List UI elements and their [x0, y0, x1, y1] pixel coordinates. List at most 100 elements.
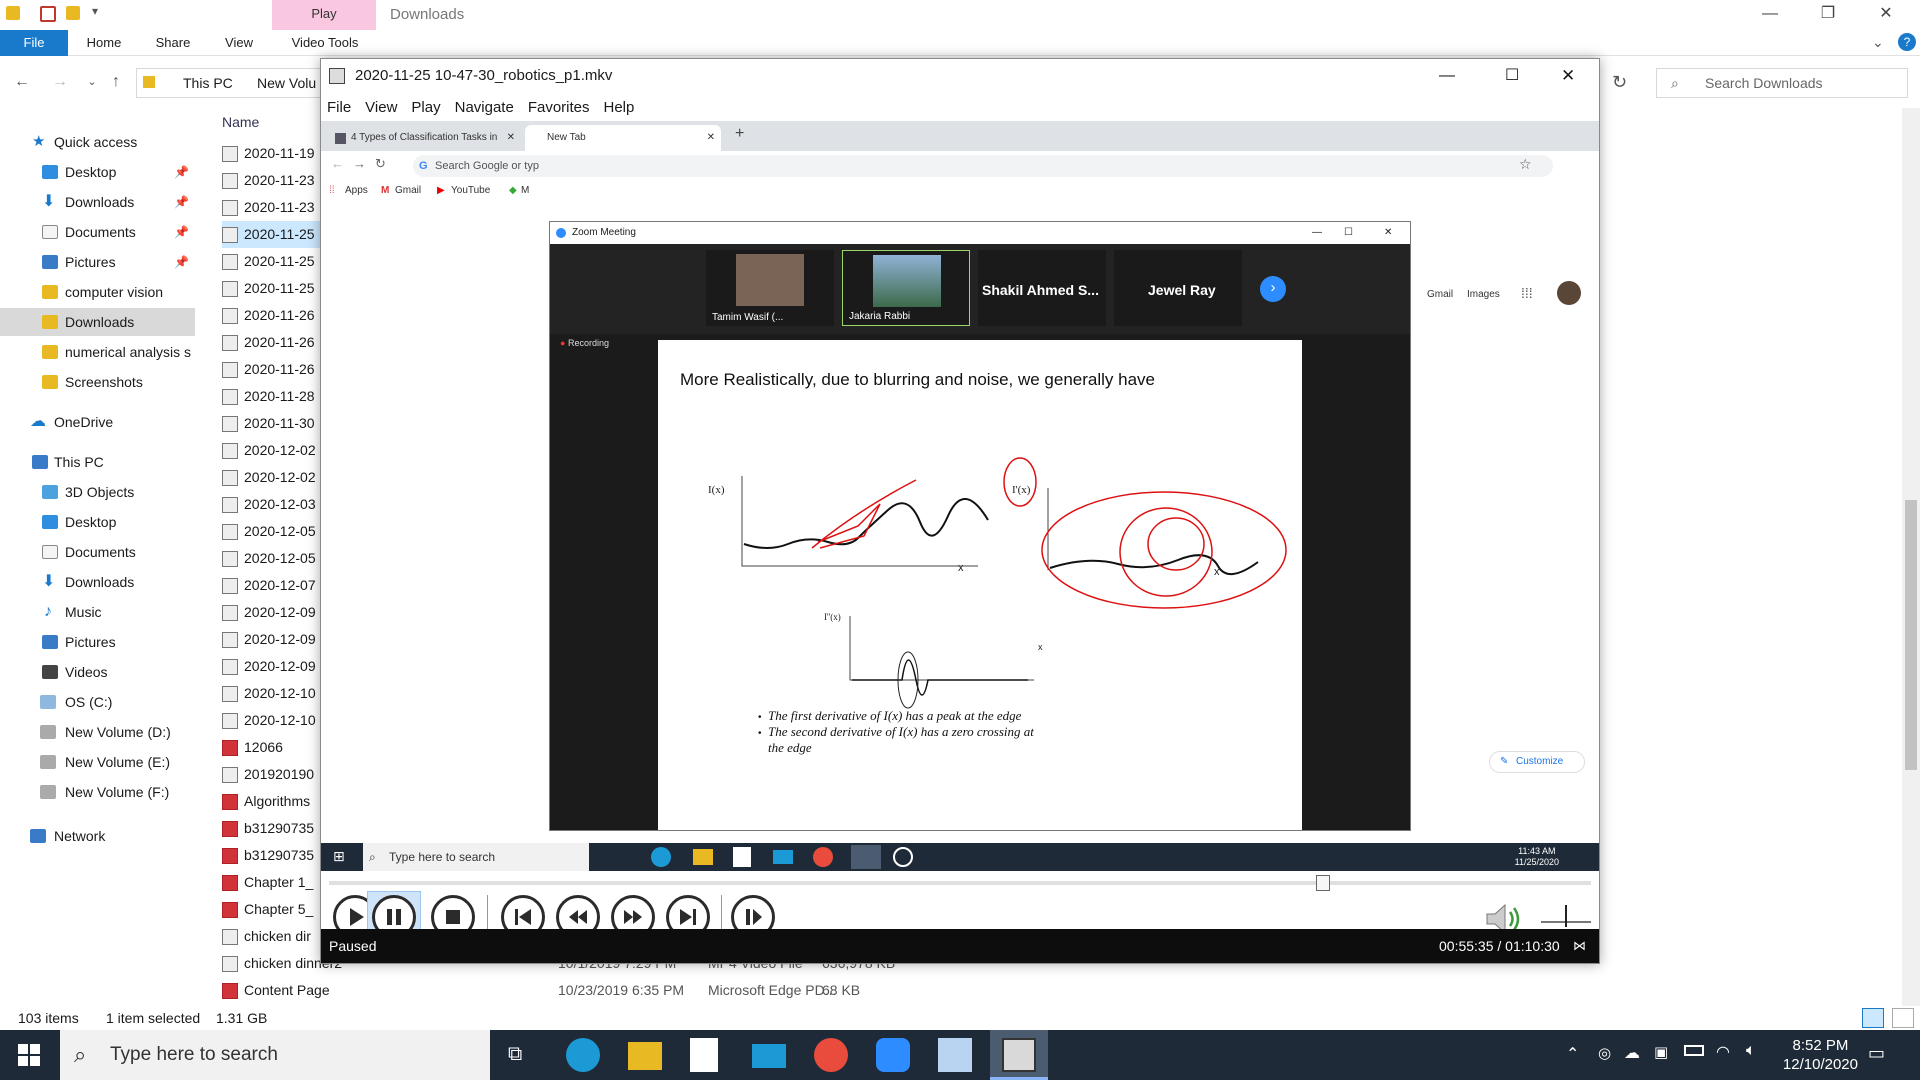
- nav-drive-e[interactable]: New Volume (E:): [0, 748, 195, 776]
- close-icon[interactable]: ✕: [1858, 0, 1914, 30]
- minimize-icon[interactable]: —: [1742, 0, 1798, 30]
- nav-pictures[interactable]: Pictures 📌: [0, 248, 195, 276]
- nav-music[interactable]: ♪ Music: [0, 598, 195, 626]
- tab-file[interactable]: File: [0, 30, 68, 56]
- menu-play[interactable]: Play: [411, 95, 440, 121]
- item-count: 103 items: [18, 1010, 79, 1026]
- maximize-icon[interactable]: ☐: [1505, 59, 1519, 93]
- search-input[interactable]: ⌕ Search Downloads: [1656, 68, 1908, 98]
- 3d-viewer-icon[interactable]: [938, 1038, 972, 1072]
- table-row[interactable]: Content Page 10/23/2019 6:35 PM Microsoft …: [222, 977, 922, 1004]
- menu-file[interactable]: File: [327, 95, 351, 121]
- menu-view[interactable]: View: [365, 95, 397, 121]
- windows-start-button[interactable]: [18, 1044, 40, 1066]
- file-explorer-icon[interactable]: [628, 1042, 662, 1070]
- bookmark-youtube: YouTube: [451, 185, 491, 196]
- column-header-name[interactable]: Name: [222, 114, 259, 130]
- nav-videos[interactable]: Videos: [0, 658, 195, 686]
- tab-view[interactable]: View: [214, 30, 264, 56]
- table-row[interactable]: 2020-11-25: [222, 221, 332, 248]
- video-frame[interactable]: 4 Types of Classification Tasks in ✕ New…: [321, 121, 1599, 871]
- expand-ribbon-icon[interactable]: ⌄: [1872, 34, 1884, 51]
- menu-navigate[interactable]: Navigate: [455, 95, 514, 121]
- nav-pc-desktop[interactable]: Desktop: [0, 508, 195, 536]
- task-view-icon[interactable]: ⧉: [508, 1043, 522, 1066]
- film-icon: [42, 665, 58, 679]
- chrome-icon[interactable]: [814, 1038, 848, 1072]
- pin-icon[interactable]: 📌: [174, 248, 189, 276]
- minimize-icon[interactable]: —: [1439, 59, 1455, 93]
- pin-icon[interactable]: 📌: [174, 188, 189, 216]
- up-icon[interactable]: ↑: [106, 72, 126, 92]
- network-icon: [30, 829, 46, 843]
- nav-drive-d[interactable]: New Volume (D:): [0, 718, 195, 746]
- nav-quick-access[interactable]: ★ Quick access: [0, 128, 195, 156]
- pin-icon[interactable]: 📌: [174, 158, 189, 186]
- meet-now-icon[interactable]: ◎: [1598, 1044, 1611, 1062]
- desktop-icon: [42, 515, 58, 529]
- speaker-icon[interactable]: 🔈︎: [1746, 1042, 1756, 1060]
- tab-share[interactable]: Share: [144, 30, 202, 56]
- nav-numerical-analysis[interactable]: numerical analysis s: [0, 338, 195, 366]
- taskbar-search[interactable]: ⌕ Type here to search: [60, 1030, 490, 1080]
- edge-icon[interactable]: [566, 1038, 600, 1072]
- forward-icon[interactable]: →: [50, 72, 70, 92]
- play-context-tab[interactable]: Play: [272, 0, 376, 30]
- seek-bar[interactable]: [329, 881, 1591, 885]
- nav-drive-f[interactable]: New Volume (F:): [0, 778, 195, 806]
- nav-pc-pictures[interactable]: Pictures: [0, 628, 195, 656]
- taskbar-clock[interactable]: 8:52 PM 12/10/2020: [1783, 1036, 1858, 1074]
- properties-icon[interactable]: [40, 6, 56, 22]
- nav-computer-vision[interactable]: computer vision: [0, 278, 195, 306]
- tab-home[interactable]: Home: [78, 30, 130, 56]
- restore-icon[interactable]: ❐: [1800, 0, 1856, 30]
- nav-onedrive[interactable]: ☁ OneDrive: [0, 408, 195, 436]
- volume-slider-thumb[interactable]: [1565, 905, 1567, 927]
- tab-video-tools[interactable]: Video Tools: [282, 30, 368, 56]
- nav-this-pc[interactable]: This PC: [0, 448, 195, 476]
- close-icon[interactable]: ✕: [1561, 59, 1575, 93]
- battery-icon[interactable]: [1684, 1045, 1704, 1056]
- nav-screenshots[interactable]: Screenshots: [0, 368, 195, 396]
- recent-locations-icon[interactable]: ⌄: [82, 72, 102, 92]
- nav-pc-documents[interactable]: Documents: [0, 538, 195, 566]
- participant-video: [873, 255, 941, 307]
- details-view-icon[interactable]: [1862, 1008, 1884, 1028]
- back-icon[interactable]: ←: [12, 72, 32, 92]
- breadcrumb-this-pc[interactable]: This PC: [183, 69, 233, 97]
- scrollbar-thumb[interactable]: [1905, 500, 1917, 770]
- menu-help[interactable]: Help: [604, 95, 635, 121]
- large-icons-view-icon[interactable]: [1892, 1008, 1914, 1028]
- store-icon[interactable]: [690, 1038, 718, 1072]
- nav-pc-downloads[interactable]: ⬇ Downloads: [0, 568, 195, 596]
- documents-icon: [42, 545, 58, 559]
- onedrive-icon[interactable]: ☁: [1624, 1043, 1640, 1063]
- menu-favorites[interactable]: Favorites: [528, 95, 590, 121]
- media-player-taskbar-button[interactable]: [990, 1030, 1048, 1080]
- zoom-app-icon[interactable]: [876, 1038, 910, 1072]
- nav-drive-c[interactable]: OS (C:): [0, 688, 195, 716]
- nav-downloads[interactable]: Downloads: [0, 308, 195, 336]
- close-icon: ✕: [706, 132, 715, 143]
- nav-desktop[interactable]: Desktop 📌: [0, 158, 195, 186]
- avatar: [1557, 281, 1581, 305]
- help-icon[interactable]: ?: [1898, 33, 1916, 51]
- seek-thumb[interactable]: [1316, 875, 1331, 891]
- nav-network[interactable]: Network: [0, 822, 195, 850]
- refresh-icon[interactable]: ↻: [1612, 72, 1627, 93]
- breadcrumb-volume[interactable]: New Volu: [257, 69, 316, 97]
- nav-downloads-pinned[interactable]: ⬇ Downloads 📌: [0, 188, 195, 216]
- chevron-up-icon[interactable]: ⌃: [1566, 1044, 1579, 1064]
- wifi-icon[interactable]: ◠: [1716, 1042, 1730, 1062]
- action-center-icon[interactable]: ▭: [1868, 1043, 1885, 1064]
- notification-app-icon[interactable]: ▣: [1654, 1043, 1668, 1061]
- mail-icon[interactable]: [752, 1044, 786, 1068]
- video-file-icon: [222, 686, 238, 703]
- pin-icon[interactable]: 📌: [174, 218, 189, 246]
- scrollbar[interactable]: [1902, 108, 1920, 1006]
- customize-quick-access-icon[interactable]: ▾: [92, 4, 98, 18]
- nav-3d-objects[interactable]: 3D Objects: [0, 478, 195, 506]
- nav-documents[interactable]: Documents 📌: [0, 218, 195, 246]
- pdf-file-icon: [222, 740, 238, 757]
- new-folder-icon[interactable]: [66, 6, 80, 20]
